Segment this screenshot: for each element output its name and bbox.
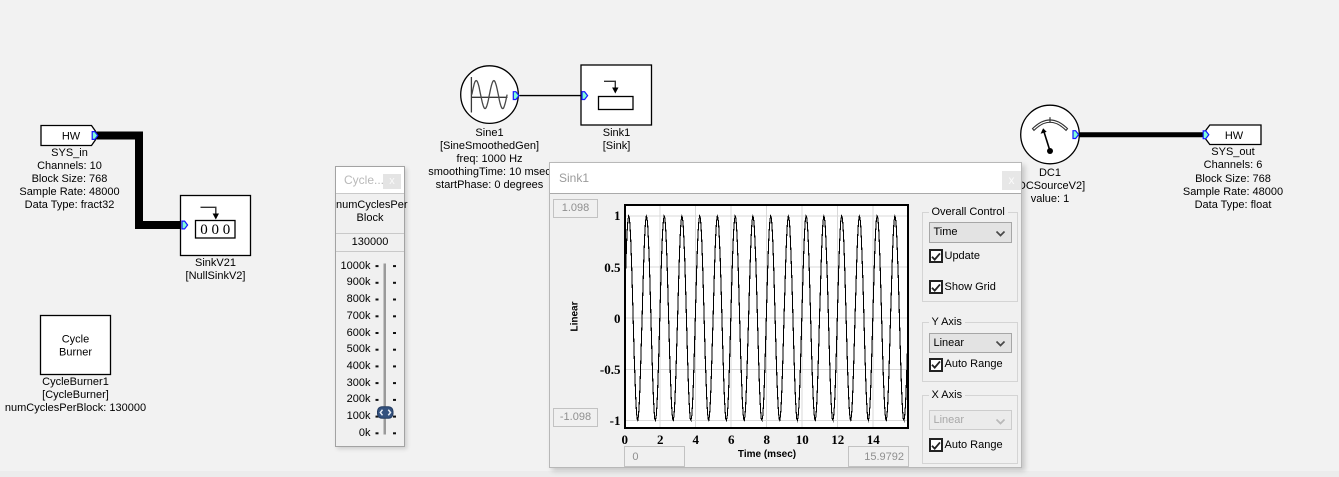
svg-text:Burner: Burner: [59, 347, 92, 359]
svg-text:Cycle: Cycle: [62, 334, 90, 346]
svg-text:HW: HW: [62, 130, 81, 142]
svg-text:HW: HW: [1225, 130, 1244, 142]
svg-text:0 0 0: 0 0 0: [200, 222, 230, 238]
